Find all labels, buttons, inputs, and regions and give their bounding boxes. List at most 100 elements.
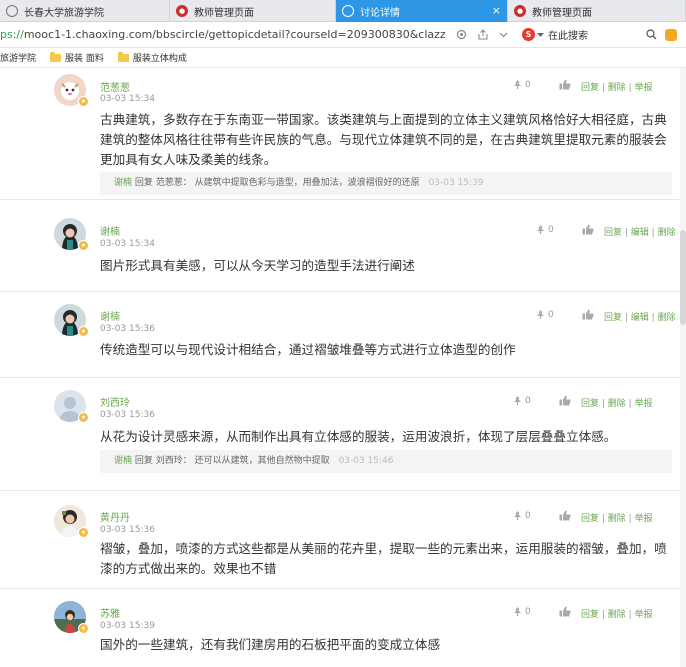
pin-count: 0 <box>548 309 554 320</box>
discussion-post: ★ 黄丹丹 03-03 15:36 0 回复 | 删除 | 举报 褶皱，叠加，喷… <box>0 491 686 589</box>
reply-link[interactable]: 回复 <box>581 514 599 524</box>
chevron-down-icon[interactable] <box>499 29 508 40</box>
like-icon[interactable] <box>559 606 571 617</box>
author-name[interactable]: 谢楠 <box>100 308 120 323</box>
post-body: 传统造型可以与现代设计相结合，通过褶皱堆叠等方式进行立体造型的创作 <box>100 342 516 357</box>
reply-time: 03-03 15:46 <box>338 456 394 466</box>
tab-teacher-admin-2[interactable]: ● 教师管理页面 <box>508 0 686 22</box>
chaoxing-logo-icon: ● <box>514 5 526 17</box>
reply-link[interactable]: 回复 <box>581 399 599 409</box>
delete-link[interactable]: 删除 <box>658 313 676 323</box>
reply-target: 刘西玲： <box>155 456 192 466</box>
like-icon[interactable] <box>559 395 571 406</box>
post-actions: 回复 | 删除 | 举报 <box>581 610 653 620</box>
scrollbar-track[interactable] <box>680 68 686 667</box>
edit-link[interactable]: 编辑 <box>631 228 649 238</box>
delete-link[interactable]: 删除 <box>608 399 626 409</box>
reply-author[interactable]: 谢楠 <box>114 178 132 188</box>
reply-text: 从建筑中提取色彩与造型，用叠加法，波浪褶很好的还原 <box>194 178 420 188</box>
address-bar: ps://mooc1-1.chaoxing.com/bbscircle/gett… <box>0 22 686 48</box>
extension-icon[interactable] <box>665 28 677 41</box>
tab-school[interactable]: 长春大学旅游学院 <box>0 0 170 22</box>
chaoxing-logo-icon: ● <box>176 5 188 17</box>
search-icon[interactable] <box>646 29 657 40</box>
close-tab-icon[interactable]: × <box>492 4 501 17</box>
reply-link[interactable]: 回复 <box>604 228 622 238</box>
tab-discussion-detail[interactable]: 讨论详情 × <box>336 0 508 22</box>
report-link[interactable]: 举报 <box>635 514 653 524</box>
bookmark-folder-fabric[interactable]: 服装 面料 <box>50 51 104 64</box>
discussion-post: ★ 刘西玲 03-03 15:36 0 回复 | 删除 | 举报 从花为设计灵感… <box>0 378 686 491</box>
post-actions: 回复 | 删除 | 举报 <box>581 83 653 93</box>
discussion-post: ★ 范葱葱 03-03 15:34 0 回复 | 删除 | 举报 古典建筑，多数… <box>0 68 686 200</box>
post-actions: 回复 | 编辑 | 删除 <box>604 313 676 323</box>
author-name[interactable]: 谢楠 <box>100 223 120 238</box>
report-link[interactable]: 举报 <box>635 399 653 409</box>
post-actions: 回复 | 编辑 | 删除 <box>604 228 676 238</box>
pin-icon[interactable] <box>512 395 523 406</box>
delete-link[interactable]: 删除 <box>658 228 676 238</box>
vip-badge-icon: ★ <box>78 96 89 107</box>
pin-icon[interactable] <box>512 79 523 90</box>
discussion-post: ★ 谢楠 03-03 15:34 0 回复 | 编辑 | 删除 图片形式具有美感… <box>0 200 686 292</box>
url-field[interactable]: ps://mooc1-1.chaoxing.com/bbscircle/gett… <box>0 28 446 41</box>
dropdown-arrow-icon[interactable] <box>537 32 544 38</box>
reply-author[interactable]: 谢楠 <box>114 456 132 466</box>
author-name[interactable]: 刘西玲 <box>100 394 130 409</box>
tab-label: 讨论详情 <box>360 7 400 19</box>
tab-label: 教师管理页面 <box>194 7 254 19</box>
reply-time: 03-03 15:39 <box>428 178 484 188</box>
search-engine-icon[interactable]: S <box>522 28 535 41</box>
discussion-list: ★ 范葱葱 03-03 15:34 0 回复 | 删除 | 举报 古典建筑，多数… <box>0 68 686 667</box>
post-actions: 回复 | 删除 | 举报 <box>581 399 653 409</box>
folder-icon <box>50 51 62 62</box>
bookmark-tourism-college[interactable]: 旅游学院 <box>0 51 36 64</box>
delete-link[interactable]: 删除 <box>608 610 626 620</box>
pin-icon[interactable] <box>512 606 523 617</box>
reply-target: 范葱葱： <box>155 178 192 188</box>
folder-icon <box>117 51 129 62</box>
reply-text: 还可以从建筑，其他自然物中提取 <box>194 456 330 466</box>
scrollbar-thumb[interactable] <box>680 230 686 325</box>
reply-link[interactable]: 回复 <box>581 83 599 93</box>
delete-link[interactable]: 删除 <box>608 83 626 93</box>
delete-link[interactable]: 删除 <box>608 514 626 524</box>
author-name[interactable]: 苏雅 <box>100 605 120 620</box>
url-scheme: ps:// <box>0 28 24 41</box>
bookmark-folder-3d-construction[interactable]: 服装立体构成 <box>117 51 187 64</box>
bookmark-label: 旅游学院 <box>0 54 37 64</box>
pin-count: 0 <box>548 224 554 235</box>
report-link[interactable]: 举报 <box>635 610 653 620</box>
post-time: 03-03 15:34 <box>100 94 155 104</box>
post-time: 03-03 15:36 <box>100 324 155 334</box>
like-icon[interactable] <box>559 79 571 90</box>
reply-link[interactable]: 回复 <box>581 610 599 620</box>
report-link[interactable]: 举报 <box>635 83 653 93</box>
search-placeholder: 在此搜索 <box>548 31 588 42</box>
post-time: 03-03 15:36 <box>100 525 155 535</box>
post-body: 古典建筑，多数存在于东南亚一带国家。该类建筑与上面提到的立体主义建筑风格恰好大相… <box>100 112 667 167</box>
reply-item: 谢楠 回复 范葱葱： 从建筑中提取色彩与造型，用叠加法，波浪褶很好的还原 03-… <box>100 172 672 195</box>
security-icon[interactable] <box>456 29 467 40</box>
pin-icon[interactable] <box>512 510 523 521</box>
vip-badge-icon: ★ <box>78 412 89 423</box>
pin-icon[interactable] <box>535 309 546 320</box>
bookmarks-bar: 旅游学院 服装 面料 服装立体构成 <box>0 48 686 68</box>
tab-teacher-admin[interactable]: ● 教师管理页面 <box>170 0 336 22</box>
reply-link[interactable]: 回复 <box>604 313 622 323</box>
post-time: 03-03 15:39 <box>100 621 155 631</box>
like-icon[interactable] <box>559 510 571 521</box>
post-body: 图片形式具有美感，可以从今天学习的造型手法进行阐述 <box>100 258 415 273</box>
globe-icon <box>342 5 354 17</box>
edit-link[interactable]: 编辑 <box>631 313 649 323</box>
post-time: 03-03 15:36 <box>100 410 155 420</box>
like-icon[interactable] <box>582 224 594 235</box>
tab-label: 教师管理页面 <box>532 7 592 19</box>
vip-badge-icon: ★ <box>78 623 89 634</box>
search-box[interactable]: S 在此搜索 <box>522 27 677 42</box>
like-icon[interactable] <box>582 309 594 320</box>
author-name[interactable]: 范葱葱 <box>100 79 130 94</box>
share-icon[interactable] <box>477 29 489 40</box>
author-name[interactable]: 黄丹丹 <box>100 509 130 524</box>
pin-icon[interactable] <box>535 224 546 235</box>
